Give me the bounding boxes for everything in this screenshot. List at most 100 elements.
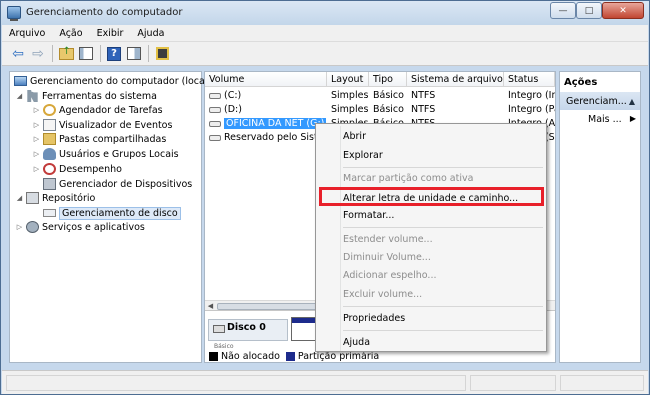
- toolbar-separator: [148, 45, 149, 62]
- minimize-button[interactable]: —: [550, 2, 576, 19]
- expand-arrow-icon[interactable]: ▷: [15, 223, 24, 231]
- menu-item-properties[interactable]: Propriedades: [343, 313, 405, 324]
- drive-icon: [209, 134, 221, 141]
- collapse-arrow-icon[interactable]: ◢: [15, 194, 24, 202]
- disk-0-label[interactable]: Disco 0 Básico: [208, 319, 288, 350]
- forward-icon[interactable]: ⇨: [30, 46, 46, 62]
- menu-item-extend-volume: Estender volume...: [343, 234, 433, 245]
- disk-management-icon: [43, 209, 56, 217]
- tree-item-root[interactable]: Gerenciamento do computador (local): [12, 74, 211, 88]
- clock-icon: [43, 104, 56, 116]
- expand-arrow-icon[interactable]: ▷: [32, 106, 41, 114]
- menu-item-mark-active: Marcar partição como ativa: [343, 173, 474, 184]
- menu-separator: [343, 330, 543, 331]
- title-bar: Gerenciamento do computador — □ ✕: [1, 1, 649, 25]
- computer-management-window: Gerenciamento do computador — □ ✕ Arquiv…: [0, 0, 650, 395]
- toolbar-separator: [100, 45, 101, 62]
- menu-item-delete-volume: Excluir volume...: [343, 289, 423, 300]
- actions-section-disk-management[interactable]: Gerenciam... ▲: [560, 92, 640, 110]
- toolbar: ⇦ ⇨ ?: [2, 42, 648, 66]
- tree-item-event-viewer[interactable]: ▷ Visualizador de Eventos: [32, 118, 172, 132]
- device-manager-icon: [43, 178, 56, 190]
- tree-item-task-scheduler[interactable]: ▷ Agendador de Tarefas: [32, 103, 163, 117]
- back-icon[interactable]: ⇦: [10, 46, 26, 62]
- highlight-annotation-box: [319, 187, 544, 206]
- drive-icon: [209, 106, 221, 113]
- context-menu: Abrir Explorar Marcar partição como ativ…: [315, 123, 547, 352]
- drive-icon: [209, 92, 221, 99]
- tree-item-local-users[interactable]: ▷ Usuários e Grupos Locais: [32, 147, 179, 161]
- column-header-filesystem[interactable]: Sistema de arquivos: [407, 72, 504, 87]
- event-viewer-icon: [43, 119, 56, 131]
- primary-partition-swatch: [285, 352, 295, 361]
- legend-unallocated: Não alocado: [221, 351, 280, 362]
- actions-panel: Ações Gerenciam... ▲ Mais ... ▶: [559, 71, 641, 363]
- menu-gutter: [340, 126, 341, 351]
- close-button[interactable]: ✕: [602, 2, 644, 19]
- collapse-up-icon[interactable]: ▲: [629, 97, 635, 106]
- maximize-button[interactable]: □: [576, 2, 602, 19]
- menu-item-open[interactable]: Abrir: [343, 131, 366, 142]
- expand-arrow-icon[interactable]: ▷: [32, 135, 41, 143]
- tree-item-storage[interactable]: ◢ Repositório: [15, 191, 95, 205]
- tree-item-disk-management[interactable]: Gerenciamento de disco: [41, 206, 181, 220]
- table-row[interactable]: (D:) Simples Básico NTFS Íntegro (Pa: [205, 103, 555, 116]
- status-cell-3: [560, 375, 644, 391]
- tree-item-performance[interactable]: ▷ Desempenho: [32, 162, 122, 176]
- menu-item-add-mirror: Adicionar espelho...: [343, 270, 437, 281]
- toolbar-separator: [52, 45, 53, 62]
- help-icon[interactable]: ?: [106, 46, 122, 62]
- window-controls: — □ ✕: [550, 2, 644, 19]
- more-actions-link[interactable]: Mais ...: [588, 114, 622, 125]
- column-header-status[interactable]: Status: [504, 72, 555, 87]
- disk-legend: Não alocado Partição primária: [209, 351, 379, 362]
- scrollbar-thumb[interactable]: [217, 303, 317, 310]
- column-header-layout[interactable]: Layout: [327, 72, 369, 87]
- mmc-icon[interactable]: [154, 46, 170, 62]
- submenu-arrow-icon: ▶: [629, 114, 636, 123]
- navigation-tree: Gerenciamento do computador (local) ◢ Fe…: [9, 71, 211, 363]
- menu-separator: [343, 167, 543, 168]
- column-header-type[interactable]: Tipo: [369, 72, 407, 87]
- menu-item-help[interactable]: Ajuda: [343, 337, 370, 348]
- drive-icon: [209, 120, 221, 127]
- users-icon: [43, 148, 56, 160]
- menu-separator: [343, 306, 543, 307]
- menu-item-shrink-volume: Diminuir Volume...: [343, 252, 431, 263]
- status-bar: [2, 370, 648, 394]
- legend-primary-partition: Partição primária: [297, 351, 380, 362]
- menu-view[interactable]: Exibir: [90, 28, 131, 39]
- menu-action[interactable]: Ação: [52, 28, 89, 39]
- tree-item-services[interactable]: ▷ Serviços e aplicativos: [15, 220, 145, 234]
- services-icon: [26, 221, 39, 233]
- menu-item-format[interactable]: Formatar...: [343, 210, 394, 221]
- menu-file[interactable]: Arquivo: [2, 28, 52, 39]
- table-row[interactable]: (C:) Simples Básico NTFS Íntegro (Ini: [205, 89, 555, 102]
- performance-icon: [43, 163, 56, 175]
- computer-icon: [14, 76, 27, 86]
- expand-arrow-icon[interactable]: ▷: [32, 165, 41, 173]
- storage-icon: [26, 192, 39, 204]
- computer-management-icon: [7, 6, 21, 21]
- tools-icon: [27, 90, 38, 102]
- status-cell-main: [6, 375, 466, 391]
- unallocated-swatch: [209, 352, 218, 361]
- menu-item-explore[interactable]: Explorar: [343, 150, 383, 161]
- show-hide-tree-icon[interactable]: [78, 46, 94, 62]
- window-title: Gerenciamento do computador: [26, 7, 183, 18]
- collapse-arrow-icon[interactable]: ◢: [15, 92, 24, 100]
- tree-item-shared-folders[interactable]: ▷ Pastas compartilhadas: [32, 132, 166, 146]
- volume-table-header: Volume Layout Tipo Sistema de arquivos S…: [205, 72, 555, 87]
- menu-bar: Arquivo Ação Exibir Ajuda: [2, 25, 648, 42]
- tree-item-device-manager[interactable]: Gerenciador de Dispositivos: [41, 177, 192, 191]
- menu-help[interactable]: Ajuda: [130, 28, 171, 39]
- expand-arrow-icon[interactable]: ▷: [32, 121, 41, 129]
- tree-item-system-tools[interactable]: ◢ Ferramentas do sistema: [15, 89, 157, 103]
- expand-arrow-icon[interactable]: ▷: [32, 150, 41, 158]
- status-cell-2: [470, 375, 556, 391]
- menu-separator: [343, 227, 543, 228]
- actions-title: Ações: [564, 77, 598, 88]
- up-folder-icon[interactable]: [58, 46, 74, 62]
- properties-icon[interactable]: [126, 46, 142, 62]
- column-header-volume[interactable]: Volume: [205, 72, 327, 87]
